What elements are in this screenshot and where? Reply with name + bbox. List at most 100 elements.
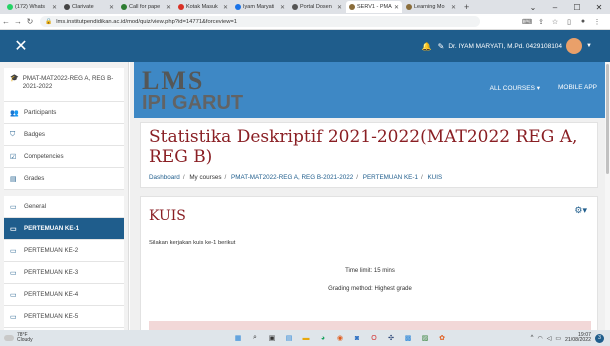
sidebar-item-label: PERTEMUAN KE-2 (24, 247, 79, 254)
browser-tab[interactable]: (172) Whats ✕ (4, 1, 60, 13)
back-icon[interactable]: ← (0, 17, 12, 26)
grading-method: Grading method: Highest grade (328, 286, 412, 292)
browser-tab[interactable]: SERV1 - PMA ✕ (346, 1, 402, 13)
page-scrollbar[interactable] (605, 62, 610, 330)
breadcrumb-my-courses: My courses (189, 174, 222, 181)
logo-ipi: IPI GARUT (142, 92, 244, 114)
sidebar-item[interactable]: ▭ PERTEMUAN KE-5 (4, 306, 124, 328)
photos-icon[interactable]: ✿ (436, 332, 448, 344)
forward-icon[interactable]: → (12, 17, 24, 26)
folder-icon: ▭ (10, 247, 17, 255)
tab-label: Kotak Masuk (186, 4, 218, 10)
sidebar-item[interactable]: ▭ PERTEMUAN KE-1 (4, 218, 124, 240)
search-icon[interactable]: ⌕ (249, 332, 261, 344)
bell-icon[interactable]: 🔔 (422, 42, 432, 51)
close-icon[interactable]: ✕ (52, 4, 57, 11)
chat-icon[interactable]: ▤ (283, 332, 295, 344)
taskview-icon[interactable]: ▣ (266, 332, 278, 344)
browser-tab[interactable]: Learning Mo ✕ (403, 1, 459, 13)
graduation-cap-icon: 🎓 (10, 75, 19, 82)
notification-badge[interactable]: 3 (595, 333, 604, 343)
clock-date: 21/08/2022 (565, 337, 591, 343)
chevron-up-icon[interactable]: ^ (531, 335, 534, 341)
sidebar-item[interactable]: ☑ Competencies (4, 146, 124, 168)
edge-icon[interactable]: ◕ (317, 332, 329, 344)
tab-label: (172) Whats (15, 4, 45, 10)
start-icon[interactable]: ▦ (232, 332, 244, 344)
mobile-app-link[interactable]: MOBILE APP (558, 84, 597, 92)
chevron-down-icon[interactable]: ▼ (586, 43, 592, 49)
favicon-icon (406, 4, 412, 10)
sidebar-item[interactable]: ▭ PERTEMUAN KE-4 (4, 284, 124, 306)
translate-icon[interactable]: ⌨ (520, 18, 534, 26)
opera-icon[interactable]: O (368, 332, 380, 344)
cloud-icon (4, 335, 14, 341)
breadcrumb-dashboard[interactable]: Dashboard (149, 174, 180, 181)
browser-tab[interactable]: Call for pape ✕ (118, 1, 174, 13)
sidebar-item-label: General (24, 203, 47, 210)
chevron-down-icon[interactable]: ⌄ (522, 3, 544, 12)
moodle-navbar: ✕ 🔔 ✎ Dr. IYAM MARYATI, M.Pd. 0429108104… (0, 30, 610, 62)
chrome-icon[interactable]: ◉ (334, 332, 346, 344)
breadcrumb-section[interactable]: PERTEMUAN KE-1 (363, 174, 418, 181)
browser-tab[interactable]: Kotak Masuk ✕ (175, 1, 231, 13)
close-icon[interactable]: ✕ (394, 4, 399, 11)
reload-icon[interactable]: ↻ (24, 17, 36, 26)
tab-label: Learning Mo (414, 4, 445, 10)
alert-box (149, 321, 591, 330)
user-menu[interactable]: 🔔 ✎ Dr. IYAM MARYATI, M.Pd. 0429108104 ▼ (422, 38, 592, 54)
close-icon[interactable]: ✕ (280, 4, 285, 11)
gear-icon[interactable]: ⚙▾ (574, 205, 587, 216)
wifi-icon[interactable]: ◠ (537, 335, 542, 342)
sidebar-item[interactable]: ▭ PERTEMUAN KE-3 (4, 262, 124, 284)
store-icon[interactable]: ▩ (402, 332, 414, 344)
sidebar-item[interactable]: ▤ Grades (4, 168, 124, 190)
close-drawer-icon[interactable]: ✕ (6, 36, 36, 56)
all-courses-link[interactable]: ALL COURSES ▾ (490, 84, 540, 92)
sidebar-item[interactable]: ▭ General (4, 196, 124, 218)
close-icon[interactable]: ✕ (166, 4, 171, 11)
lock-icon: 🔒 (45, 18, 53, 25)
sidebar-item[interactable]: 👥 Participants (4, 102, 124, 124)
message-icon[interactable]: ✎ (438, 42, 445, 51)
tab-list: (172) Whats ✕ Clarivate ✕ Call for pape ✕ Kota… (4, 1, 460, 13)
url-input[interactable]: 🔒 lms.institutpendidikan.ac.id/mod/quiz/… (40, 16, 480, 27)
meet-icon[interactable]: ◙ (351, 332, 363, 344)
browser-tab[interactable]: Iyam Maryati ✕ (232, 1, 288, 13)
mail-icon[interactable]: ▨ (419, 332, 431, 344)
clock[interactable]: 19:07 21/08/2022 (565, 332, 591, 344)
sidebar-item-label: Badges (24, 131, 45, 138)
menu-icon[interactable]: ⋮ (590, 18, 604, 26)
share-icon[interactable]: ⇪ (534, 18, 548, 26)
apps-icon[interactable]: ✣ (385, 332, 397, 344)
star-icon[interactable]: ☆ (548, 18, 562, 26)
new-tab-button[interactable]: + (464, 2, 469, 12)
breadcrumb-quiz[interactable]: KUIS (427, 174, 442, 181)
sidebar-item[interactable]: ⛉ Badges (4, 124, 124, 146)
battery-icon[interactable]: ▭ (555, 335, 561, 342)
profile-icon[interactable]: ● (576, 18, 590, 26)
maximize-icon[interactable]: ☐ (566, 3, 588, 12)
grades-icon: ▤ (10, 175, 17, 183)
sidebar-item[interactable]: ▭ PERTEMUAN KE-2 (4, 240, 124, 262)
sidebar-item-course[interactable]: 🎓 PMAT-MAT2022-REG A, REG B-2021-2022 (4, 68, 124, 102)
weather-widget[interactable]: 78°F Cloudy (4, 332, 33, 344)
volume-icon[interactable]: ◁ (547, 335, 552, 342)
avatar[interactable] (566, 38, 583, 54)
tab-label: Iyam Maryati (243, 4, 275, 10)
checkbox-icon: ☑ (10, 153, 17, 161)
quiz-card: KUIS ⚙▾ Silakan kerjakan kuis ke-1 berik… (140, 196, 598, 330)
sidepanel-icon[interactable]: ▯ (562, 18, 576, 26)
close-icon[interactable]: ✕ (223, 4, 228, 11)
browser-tab[interactable]: Portal Dosen ✕ (289, 1, 345, 13)
browser-tab[interactable]: Clarivate ✕ (61, 1, 117, 13)
close-icon[interactable]: ✕ (337, 4, 342, 11)
close-icon[interactable]: ✕ (451, 4, 456, 11)
minimize-icon[interactable]: – (544, 3, 566, 12)
breadcrumb-course[interactable]: PMAT-MAT2022-REG A, REG B-2021-2022 (231, 174, 353, 181)
system-tray: ^ ◠ ◁ ▭ 19:07 21/08/2022 3 (531, 332, 604, 344)
toolbar-icons: ⌨ ⇪ ☆ ▯ ● ⋮ (520, 18, 604, 26)
close-icon[interactable]: ✕ (588, 3, 610, 12)
explorer-icon[interactable]: ▬ (300, 332, 312, 344)
close-icon[interactable]: ✕ (109, 4, 114, 11)
